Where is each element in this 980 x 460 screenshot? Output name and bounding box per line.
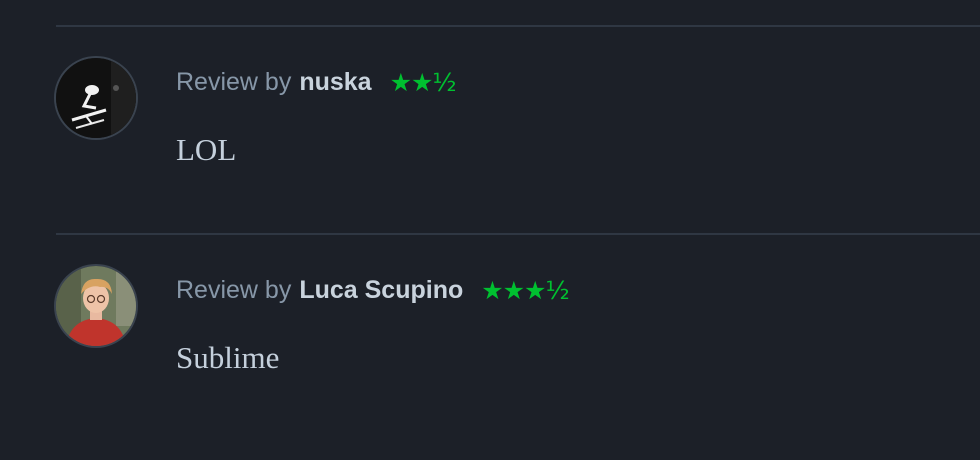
review-item-2: Review by Luca Scupino ★★★½ Sublime	[56, 266, 980, 446]
star-rating: ★★★½	[481, 275, 569, 305]
person-red-shirt-avatar-icon	[56, 266, 136, 346]
divider-middle	[56, 233, 980, 235]
review-meta: Review by Luca Scupino ★★★½	[176, 272, 570, 308]
star-rating: ★★½	[389, 67, 457, 97]
author-link[interactable]: Luca Scupino	[299, 276, 463, 305]
avatar[interactable]	[56, 266, 136, 346]
abstract-black-white-avatar-icon	[56, 58, 136, 138]
divider-top	[56, 25, 980, 27]
review-item-1: Review by nuska ★★½ LOL	[56, 58, 980, 238]
review-by-label: Review by	[176, 67, 292, 96]
review-body[interactable]: LOL	[176, 132, 236, 168]
review-body[interactable]: Sublime	[176, 340, 279, 376]
review-meta: Review by nuska ★★½	[176, 64, 457, 100]
avatar[interactable]	[56, 58, 136, 138]
review-by-label: Review by	[176, 275, 292, 304]
author-link[interactable]: nuska	[299, 68, 371, 97]
